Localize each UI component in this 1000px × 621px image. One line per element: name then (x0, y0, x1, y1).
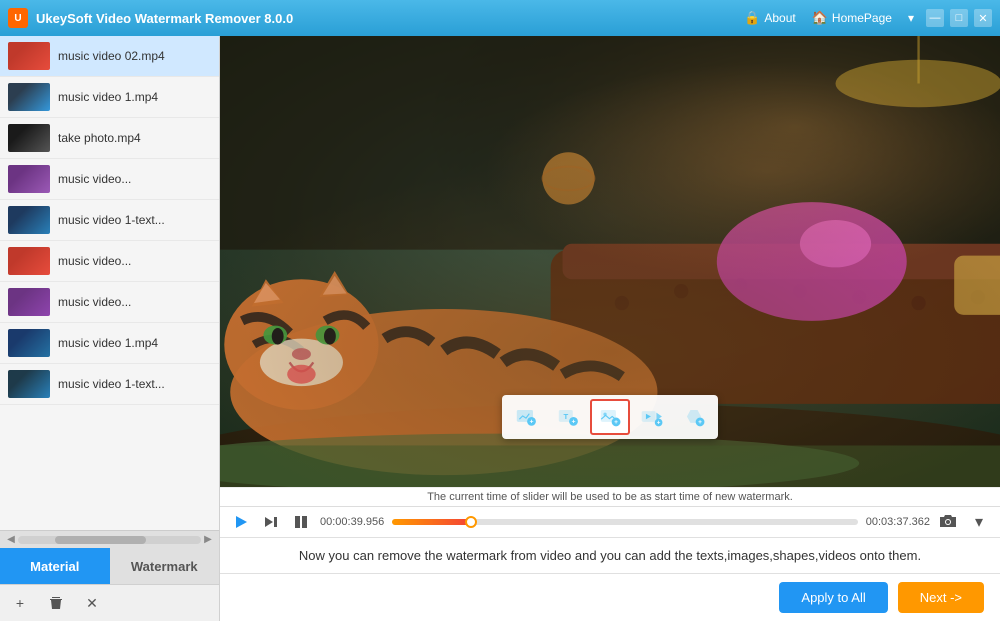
window-controls: — □ ✕ (926, 9, 992, 27)
sidebar-item[interactable]: music video 1.mp4 (0, 323, 219, 364)
video-thumbnail (8, 370, 50, 398)
step-forward-button[interactable] (260, 511, 282, 533)
app-title: UkeySoft Video Watermark Remover 8.0.0 (36, 11, 744, 26)
video-controls: 00:00:39.956 00:03:37.362 ▾ (220, 506, 1000, 537)
video-thumbnail (8, 288, 50, 316)
video-thumbnail (8, 42, 50, 70)
video-thumbnail (8, 165, 50, 193)
add-shape-button[interactable]: + (674, 399, 714, 435)
delete-file-button[interactable] (44, 591, 68, 615)
add-text-button[interactable]: T + (548, 399, 588, 435)
video-preview: + T + (220, 36, 1000, 487)
video-thumbnail (8, 247, 50, 275)
video-thumbnail (8, 329, 50, 357)
video-name: music video 1.mp4 (58, 336, 158, 350)
sidebar-item[interactable]: music video... (0, 282, 219, 323)
svg-text:+: + (657, 421, 661, 427)
tab-watermark[interactable]: Watermark (110, 548, 220, 584)
sidebar-item[interactable]: music video 1.mp4 (0, 77, 219, 118)
video-name: music video... (58, 172, 131, 186)
screenshot-button[interactable] (938, 511, 960, 533)
add-file-button[interactable]: + (8, 591, 32, 615)
svg-text:T: T (563, 412, 568, 421)
video-name: music video... (58, 295, 131, 309)
play-button[interactable] (230, 511, 252, 533)
sidebar-item[interactable]: music video... (0, 159, 219, 200)
app-logo: U (8, 8, 28, 28)
sidebar-item[interactable]: music video... (0, 241, 219, 282)
svg-text:+: + (614, 419, 618, 426)
tooltip-bar: The current time of slider will be used … (220, 487, 1000, 506)
close-button[interactable]: ✕ (974, 9, 992, 27)
watermark-toolbar: + T + (502, 395, 718, 439)
sidebar-scrollbar[interactable]: ◀ ▶ (0, 530, 219, 548)
homepage-link[interactable]: 🏠 HomePage (812, 10, 892, 26)
maximize-button[interactable]: □ (950, 9, 968, 27)
bottom-bar: Apply to All Next -> (220, 573, 1000, 621)
progress-bar[interactable] (392, 519, 858, 525)
video-name: music video 1-text... (58, 377, 165, 391)
file-list: music video 02.mp4 music video 1.mp4 tak… (0, 36, 219, 530)
about-link[interactable]: 🔒 About (744, 10, 796, 26)
info-text: Now you can remove the watermark from vi… (220, 537, 1000, 573)
tab-bar: Material Watermark (0, 548, 219, 584)
volume-button[interactable]: ▾ (968, 511, 990, 533)
sidebar: music video 02.mp4 music video 1.mp4 tak… (0, 36, 220, 621)
titlebar: U UkeySoft Video Watermark Remover 8.0.0… (0, 0, 1000, 36)
scroll-left-arrow[interactable]: ◀ (4, 534, 18, 545)
scrollbar-track[interactable] (18, 536, 201, 544)
titlebar-nav: 🔒 About 🏠 HomePage ▾ (744, 10, 914, 26)
video-frame: + T + (220, 36, 1000, 487)
clear-file-button[interactable]: ✕ (80, 591, 104, 615)
video-thumbnail (8, 83, 50, 111)
time-total: 00:03:37.362 (866, 516, 930, 528)
add-watermark-button[interactable]: + (506, 399, 546, 435)
scroll-right-arrow[interactable]: ▶ (201, 534, 215, 545)
minimize-button[interactable]: — (926, 9, 944, 27)
svg-text:+: + (530, 419, 534, 426)
svg-text:+: + (572, 419, 576, 426)
video-name: take photo.mp4 (58, 131, 141, 145)
sidebar-item[interactable]: music video 1-text... (0, 364, 219, 405)
main-layout: music video 02.mp4 music video 1.mp4 tak… (0, 36, 1000, 621)
svg-text:+: + (698, 419, 702, 426)
video-name: music video... (58, 254, 131, 268)
time-current: 00:00:39.956 (320, 516, 384, 528)
add-video-button[interactable]: + (632, 399, 672, 435)
sidebar-item[interactable]: music video 1-text... (0, 200, 219, 241)
progress-thumb[interactable] (465, 516, 477, 528)
video-name: music video 02.mp4 (58, 49, 165, 63)
video-thumbnail (8, 124, 50, 152)
stop-button[interactable] (290, 511, 312, 533)
apply-to-all-button[interactable]: Apply to All (779, 582, 887, 613)
tooltip-text: The current time of slider will be used … (427, 491, 793, 503)
sidebar-item[interactable]: music video 02.mp4 (0, 36, 219, 77)
dropdown-arrow[interactable]: ▾ (908, 11, 914, 25)
progress-fill (392, 519, 471, 525)
video-thumbnail (8, 206, 50, 234)
video-name: music video 1.mp4 (58, 90, 158, 104)
scrollbar-thumb[interactable] (55, 536, 147, 544)
content-area: + T + (220, 36, 1000, 621)
video-name: music video 1-text... (58, 213, 165, 227)
tab-material[interactable]: Material (0, 548, 110, 584)
add-image-button[interactable]: + (590, 399, 630, 435)
next-button[interactable]: Next -> (898, 582, 984, 613)
sidebar-item[interactable]: take photo.mp4 (0, 118, 219, 159)
sidebar-actions: + ✕ (0, 584, 219, 621)
